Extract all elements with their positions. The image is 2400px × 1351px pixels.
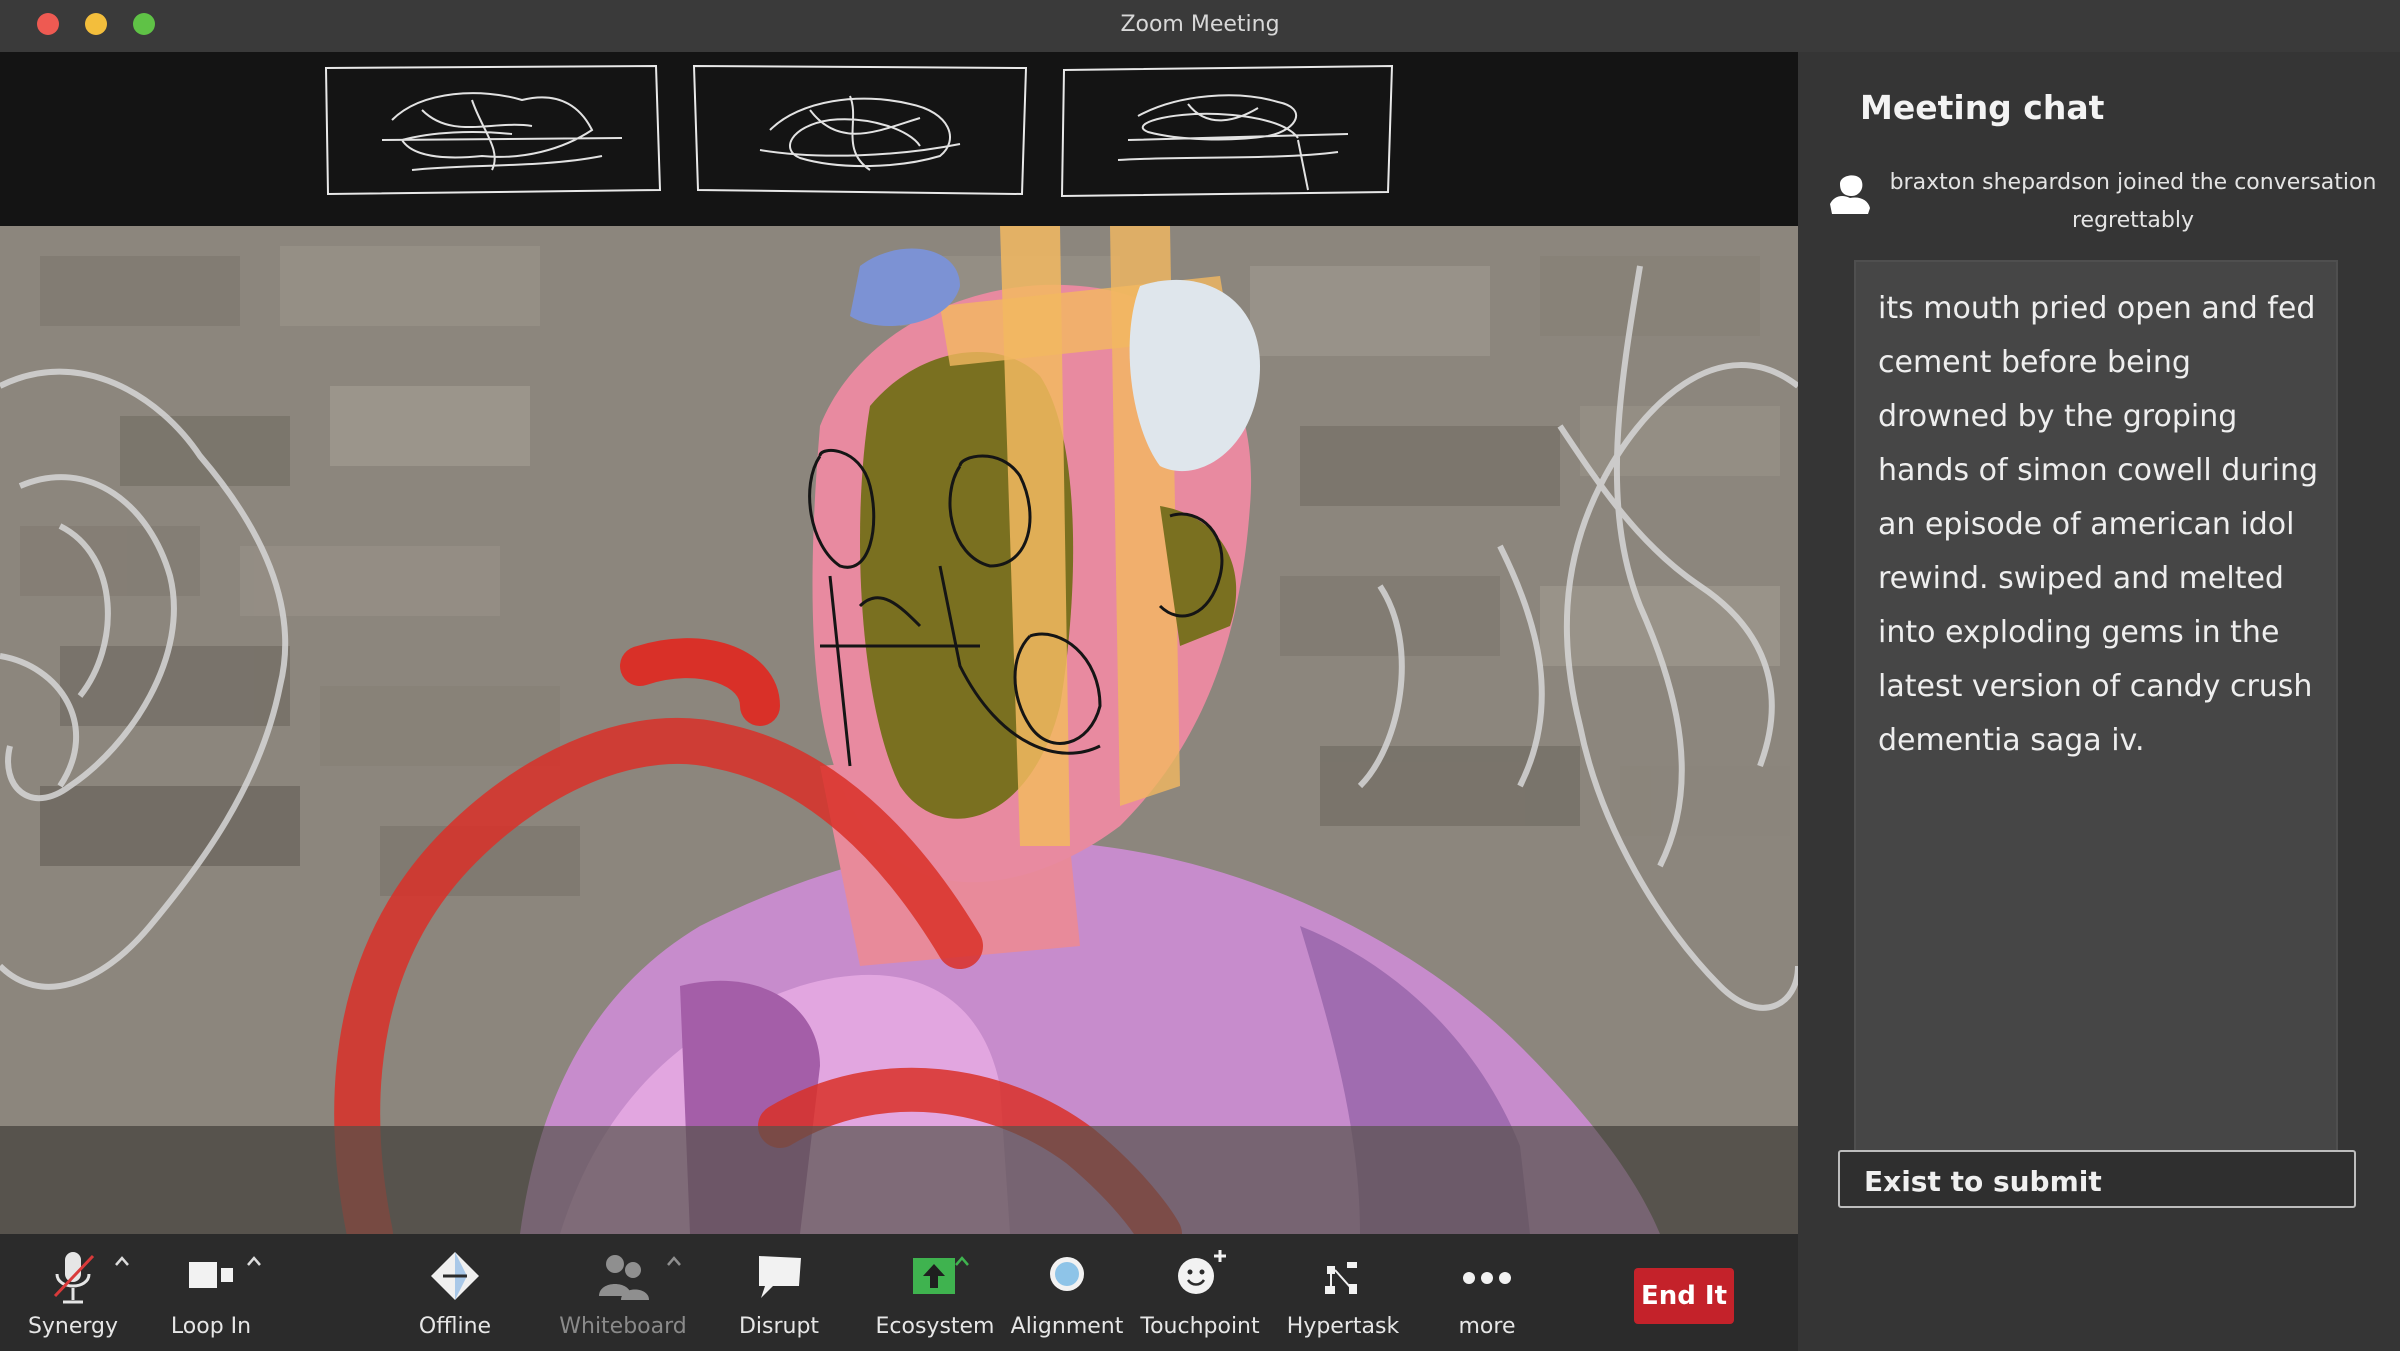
ecosystem-button[interactable]: Ecosystem: [870, 1248, 1000, 1339]
speech-bubble-icon: [759, 1256, 801, 1298]
participant-thumbnail-1[interactable]: [322, 60, 662, 200]
whiteboard-label: Whiteboard: [559, 1314, 687, 1339]
video-camera-icon: [189, 1262, 233, 1288]
hypertask-button[interactable]: Hypertask: [1278, 1248, 1408, 1339]
participants-icon: [599, 1255, 649, 1300]
touchpoint-label: Touchpoint: [1140, 1314, 1260, 1339]
window-title: Zoom Meeting: [1120, 12, 1280, 37]
ecosystem-options-chevron-icon[interactable]: [952, 1254, 972, 1268]
end-meeting-button[interactable]: End It: [1634, 1268, 1734, 1324]
smiley-plus-icon: [1178, 1250, 1226, 1294]
user-avatar-icon: [1830, 175, 1870, 214]
join-message-line-1: braxton shepardson joined the conversati…: [1889, 170, 2377, 195]
participant-thumbnail-3[interactable]: [1058, 60, 1398, 200]
meeting-chat-panel: Meeting chat braxton shepardson joined t…: [1798, 52, 2400, 1351]
loop-in-options-chevron-icon[interactable]: [244, 1254, 264, 1268]
join-message: braxton shepardson joined the conversati…: [1878, 164, 2388, 240]
offline-button[interactable]: Offline: [390, 1248, 520, 1339]
ellipsis-icon: [1463, 1272, 1511, 1284]
participant-thumbnail-strip: [0, 52, 1798, 226]
main-video-feed: [0, 226, 1798, 1234]
painted-speaker-video: [0, 226, 1798, 1234]
circle-icon: [1050, 1257, 1084, 1291]
disrupt-button[interactable]: Disrupt: [714, 1248, 844, 1339]
more-button[interactable]: more: [1422, 1248, 1552, 1339]
synergy-label: Synergy: [27, 1314, 119, 1339]
chat-message-area[interactable]: its mouth pried open and fed cement befo…: [1854, 260, 2338, 1178]
synergy-options-chevron-icon[interactable]: [112, 1254, 132, 1268]
disrupt-label: Disrupt: [738, 1314, 820, 1339]
hypertask-label: Hypertask: [1286, 1314, 1400, 1339]
more-label: more: [1458, 1314, 1516, 1339]
alignment-label: Alignment: [1010, 1314, 1124, 1339]
apps-icon: [1325, 1262, 1357, 1294]
alignment-button[interactable]: Alignment: [1002, 1248, 1132, 1339]
title-bar: Zoom Meeting: [0, 0, 2400, 52]
touchpoint-button[interactable]: Touchpoint: [1135, 1248, 1265, 1339]
chat-input-field[interactable]: Exist to submit: [1838, 1150, 2356, 1208]
chat-title: Meeting chat: [1860, 88, 2105, 127]
chat-input-placeholder: Exist to submit: [1864, 1165, 2102, 1198]
participant-thumbnail-2[interactable]: [690, 60, 1030, 200]
share-diamond-icon: [431, 1252, 479, 1300]
chat-message: its mouth pried open and fed cement befo…: [1878, 291, 2318, 758]
muted-microphone-icon: [53, 1252, 95, 1304]
loop-in-label: Loop In: [170, 1314, 252, 1339]
join-message-line-2: regrettably: [2072, 208, 2194, 233]
meeting-toolbar: Synergy Loop In Offline Whiteboard Disru…: [0, 1234, 1798, 1351]
offline-label: Offline: [418, 1314, 492, 1339]
whiteboard-options-chevron-icon[interactable]: [664, 1254, 684, 1268]
ecosystem-label: Ecosystem: [875, 1314, 995, 1339]
